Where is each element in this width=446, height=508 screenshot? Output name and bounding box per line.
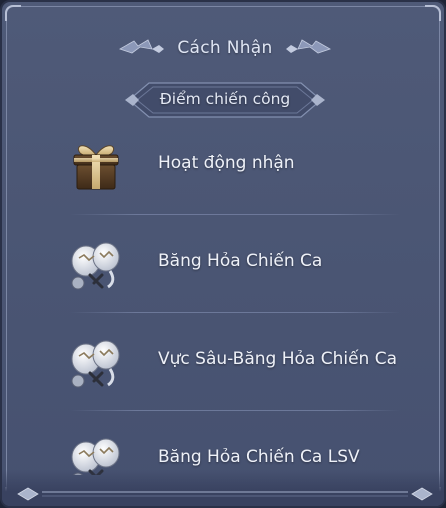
battle-crest-icon — [71, 438, 120, 475]
source-list: Hoạt động nhận Băng Hỏa Chiến Ca Vực Sâu… — [2, 117, 444, 475]
source-label: Băng Hỏa Chiến Ca — [158, 251, 323, 271]
source-row-vuc-sau[interactable]: Vực Sâu-Băng Hỏa Chiến Ca — [58, 313, 400, 411]
title-bar: Cách Nhận — [2, 32, 444, 66]
acquisition-panel: Cách Nhận Điểm chiến công Hoạt động nhận… — [0, 0, 446, 508]
subtitle-label: Điểm chiến công — [159, 90, 291, 108]
gift-box-icon — [73, 145, 119, 190]
bottom-ornament-bar — [2, 470, 444, 506]
battle-crest-icon — [71, 340, 120, 388]
source-row-event[interactable]: Hoạt động nhận — [58, 117, 400, 215]
source-row-bang-hoa[interactable]: Băng Hỏa Chiến Ca — [58, 215, 400, 313]
corner-ornament — [5, 5, 21, 21]
source-row-bang-hoa-lsv[interactable]: Băng Hỏa Chiến Ca LSV — [58, 411, 398, 475]
panel-title: Cách Nhận — [177, 38, 273, 58]
corner-ornament — [425, 5, 441, 21]
bottom-ornament-icon — [17, 487, 433, 501]
battle-crest-icon — [71, 242, 120, 290]
subtitle-banner: Điểm chiến công — [125, 79, 325, 121]
source-label: Vực Sâu-Băng Hỏa Chiến Ca — [158, 349, 398, 369]
source-label: Băng Hỏa Chiến Ca LSV — [158, 447, 360, 467]
source-label: Hoạt động nhận — [158, 153, 295, 173]
